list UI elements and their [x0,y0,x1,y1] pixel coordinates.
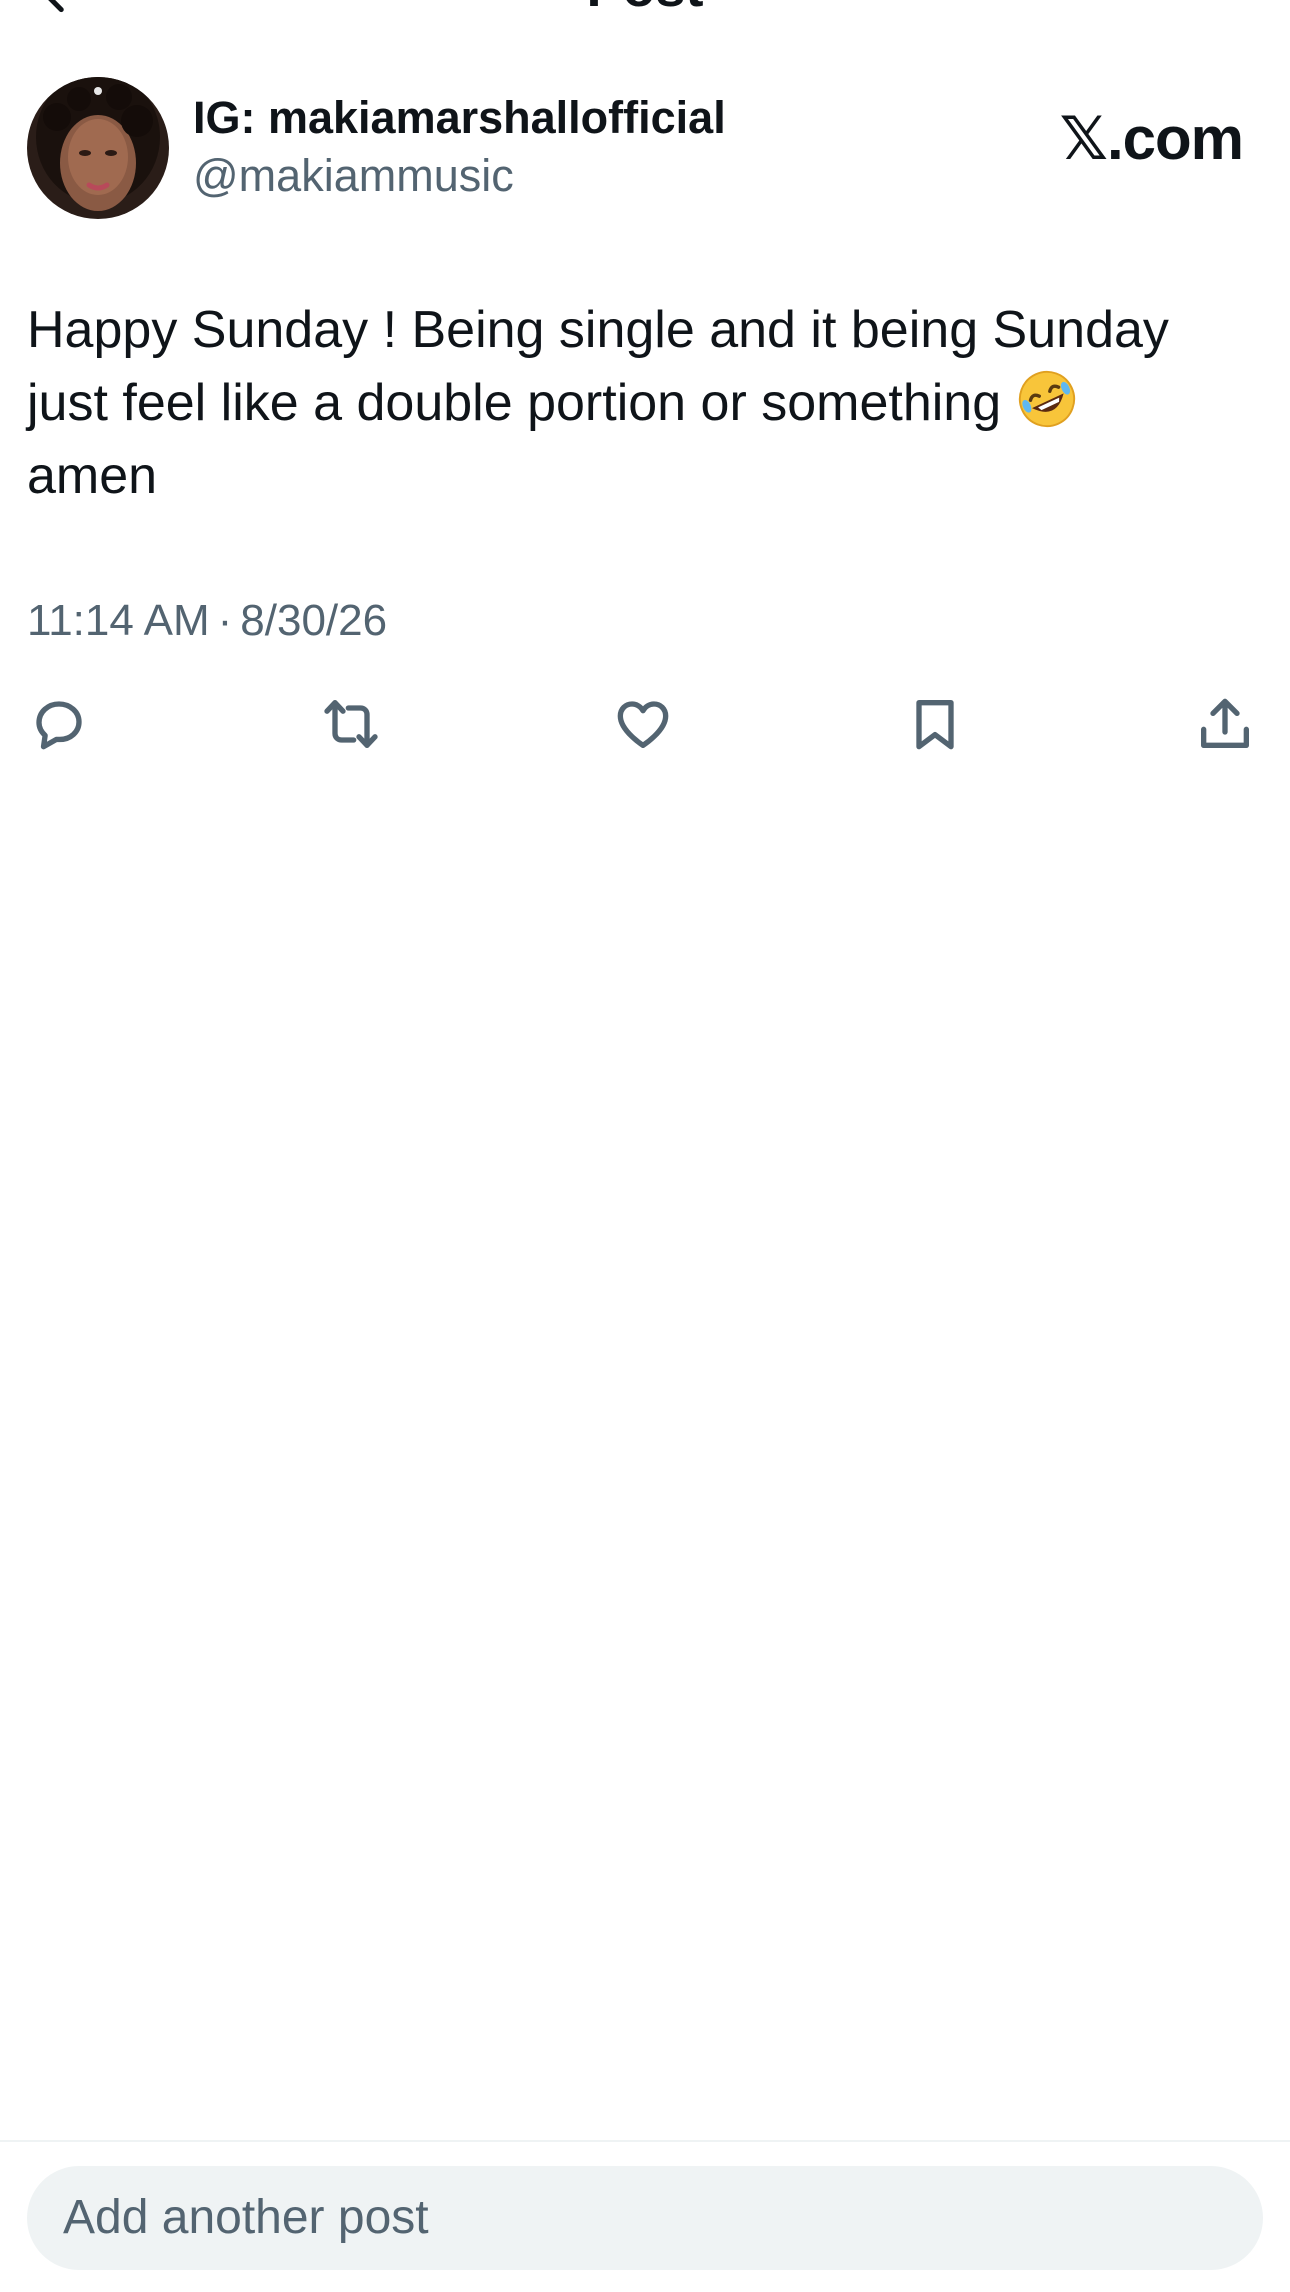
meta-separator: · [217,596,233,645]
add-another-post-input[interactable]: Add another post [27,2166,1263,2270]
reply-icon [36,701,82,750]
display-name[interactable]: IG: makiamarshallofficial [193,91,726,145]
avatar-photo [27,77,169,219]
share-icon [1201,698,1249,748]
repost-button[interactable] [319,692,383,756]
compose-placeholder: Add another post [63,2191,429,2244]
post-text-line: just feel like a double portion or somet… [27,374,1002,432]
share-button[interactable] [1193,692,1257,756]
bookmark-button[interactable] [903,692,967,756]
bookmark-icon [916,700,954,750]
footer-divider [0,2140,1290,2142]
post-timestamp[interactable]: 11:14 AM · 8/30/26 [27,591,387,651]
user-handle[interactable]: @makiammusic [193,149,514,203]
post-header: IG: makiamarshallofficial @makiammusic 𝕏… [27,77,1263,222]
like-button[interactable] [611,692,675,756]
post-text-line: Happy Sunday ! Being single and it being… [27,301,1169,359]
action-bar [27,692,1257,758]
post-time: 11:14 AM [27,596,210,645]
post-date: 8/30/26 [240,596,388,645]
avatar[interactable] [27,77,169,219]
repost-icon [324,700,378,748]
post-text: Happy Sunday ! Being single and it being… [27,294,1257,513]
top-bar: Post [0,0,1290,20]
page-title: Post [0,0,1290,18]
brand-logo: 𝕏.com [1059,105,1244,172]
post-text-line: amen [27,447,158,505]
reply-button[interactable] [27,692,91,756]
heart-icon [617,701,669,748]
rolling-on-the-floor-laughing-emoji [1016,368,1078,430]
